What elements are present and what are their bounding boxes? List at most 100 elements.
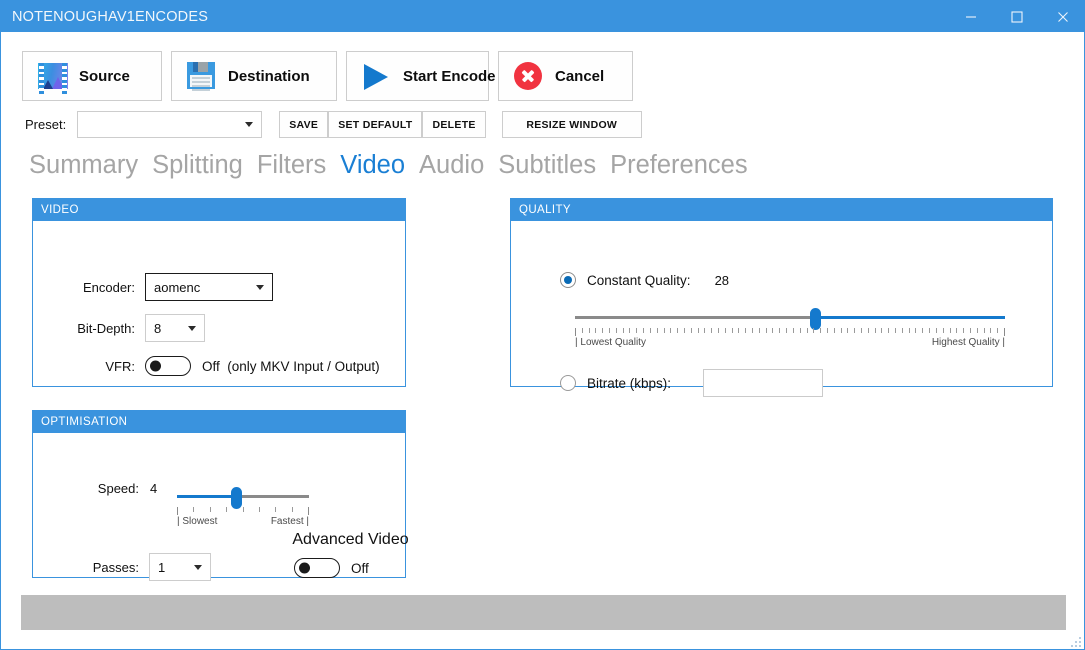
slider-tick [874,328,876,333]
advanced-video-row: Off [294,558,413,578]
bitrate-radio[interactable] [560,375,576,391]
resize-window-button[interactable]: RESIZE WINDOW [501,111,642,138]
constant-quality-row: Constant Quality: 28 [560,272,729,288]
tab-audio[interactable]: Audio [419,151,484,180]
slider-tick [643,328,645,333]
app-window: NOTENOUGHAV1ENCODES Source Destination S… [0,0,1085,650]
bit-depth-combo[interactable]: 8 [145,314,205,342]
destination-button[interactable]: Destination [171,51,337,101]
tab-preferences[interactable]: Preferences [610,151,748,180]
slider-tick [242,507,244,512]
slider-tick [826,328,828,333]
slider-tick [813,328,815,333]
slider-thumb[interactable] [810,308,822,330]
bitrate-input[interactable] [703,369,824,397]
title-bar: NOTENOUGHAV1ENCODES [1,1,1084,32]
slider-tick [847,328,849,333]
toggle-knob [299,562,310,574]
slider-tick [656,328,658,333]
film-photo-icon [38,61,68,94]
slider-thumb[interactable] [230,487,242,509]
slider-max-label: Fastest | [270,516,309,527]
chevron-down-icon [256,284,264,290]
slider-tick [908,328,910,333]
slider-tick [997,328,999,333]
slider-tick [581,328,583,333]
slider-tick [867,328,869,333]
bitrate-row: Bitrate (kbps): [560,369,824,397]
preset-delete-button[interactable]: DELETE [422,111,486,138]
constant-quality-label: Constant Quality: [587,272,691,288]
start-encode-button[interactable]: Start Encode [346,51,496,101]
progress-bar [21,595,1066,630]
slider-tick [772,328,774,333]
slider-tick [786,328,788,333]
slider-tick [575,328,576,336]
slider-tick [895,328,897,333]
preset-set-default-button[interactable]: SET DEFAULT [328,111,423,138]
tab-splitting[interactable]: Splitting [152,151,243,180]
slider-tick [990,328,992,333]
main-tabs: Summary Splitting Filters Video Audio Su… [29,151,762,180]
passes-row: Passes: 1 [33,553,211,581]
encoder-combo[interactable]: aomenc [145,273,273,301]
play-icon [362,61,392,91]
preset-label: Preset: [25,117,67,132]
slider-tick [929,328,931,333]
bit-depth-label: Bit-Depth: [77,320,135,336]
slider-tick [901,328,903,333]
slider-tick [622,328,624,333]
slider-tick [983,328,985,333]
speed-row: Speed: 4 [33,481,157,496]
slider-tick [690,328,692,333]
maximize-icon [1011,10,1023,23]
tab-subtitles[interactable]: Subtitles [498,151,596,180]
advanced-video-state-label: Off [351,560,369,576]
slider-tick [738,328,740,333]
preset-save-button[interactable]: SAVE [279,111,329,138]
minimize-icon [966,15,976,18]
slider-tick [765,328,767,333]
cancel-button[interactable]: Cancel [498,51,633,101]
maximize-button[interactable] [994,1,1040,32]
window-controls [948,1,1084,32]
preset-combo[interactable] [77,111,263,138]
slider-tick [718,328,719,333]
slider-ticks [177,507,309,515]
source-button[interactable]: Source [22,51,162,101]
slider-tick [956,328,958,333]
slider-tick [226,507,228,512]
vfr-row: VFR: Off (only MKV Input / Output) [33,356,405,376]
slider-max-label: Highest Quality | [931,337,1005,348]
tab-video[interactable]: Video [340,151,405,180]
speed-slider[interactable]: | Slowest Fastest | [177,487,309,527]
tab-filters[interactable]: Filters [257,151,326,180]
close-button[interactable] [1040,1,1084,32]
source-button-label: Source [79,67,130,85]
encoder-combo-value: aomenc [154,279,201,295]
slider-tick [615,328,617,333]
passes-combo[interactable]: 1 [149,553,211,581]
video-panel-title: VIDEO [33,199,405,221]
slider-tick [833,328,835,333]
slider-tick [758,328,760,333]
slider-tick [602,328,604,333]
constant-quality-radio[interactable] [560,272,576,288]
optimisation-panel-title: OPTIMISATION [33,411,405,433]
slider-tick [711,328,713,333]
cancel-button-label: Cancel [555,67,605,85]
slider-tick [942,328,944,333]
constant-quality-slider[interactable]: | Lowest Quality Highest Quality | [575,308,1005,348]
minimize-button[interactable] [948,1,994,32]
encoder-label: Encoder: [82,279,135,295]
resize-grip[interactable] [1067,633,1081,647]
slider-tick [670,328,672,333]
passes-combo-value: 1 [158,559,166,575]
slider-tick [976,328,978,333]
tab-summary[interactable]: Summary [29,151,138,180]
slider-track-left [575,316,816,319]
quality-panel: QUALITY Constant Quality: 28 | Lowest Qu… [510,198,1053,397]
vfr-toggle[interactable] [145,356,191,376]
slider-tick [697,328,699,333]
advanced-video-toggle[interactable] [294,558,340,578]
